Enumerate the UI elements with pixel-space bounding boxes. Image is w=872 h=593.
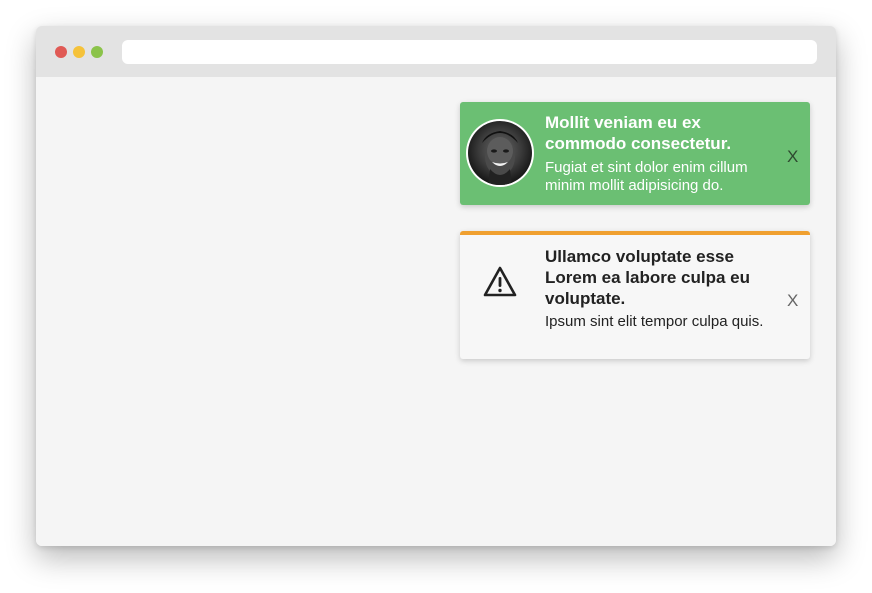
- person-photo: [468, 121, 532, 185]
- browser-window: Mollit veniam eu ex commodo consectetur.…: [36, 26, 836, 546]
- person-photo-icon: [482, 131, 518, 185]
- minimize-window-button[interactable]: [73, 46, 85, 58]
- success-notification: Mollit veniam eu ex commodo consectetur.…: [460, 102, 810, 205]
- avatar: [466, 119, 534, 187]
- close-notification-button[interactable]: X: [787, 292, 798, 309]
- notification-message: Fugiat et sint dolor enim cillum minim m…: [545, 159, 748, 194]
- notification-title: Mollit veniam eu ex commodo consectetur.: [545, 113, 732, 153]
- warning-icon: [483, 266, 517, 297]
- maximize-window-button[interactable]: [91, 46, 103, 58]
- close-notification-button[interactable]: X: [787, 148, 798, 165]
- notification-title: Ullamco voluptate esse Lorem ea labore c…: [545, 247, 751, 308]
- warning-notification: Ullamco voluptate esse Lorem ea labore c…: [460, 231, 810, 359]
- browser-titlebar: [36, 26, 836, 77]
- page-viewport: Mollit veniam eu ex commodo consectetur.…: [36, 77, 836, 546]
- address-bar[interactable]: [122, 40, 817, 64]
- close-window-button[interactable]: [55, 46, 67, 58]
- notification-message: Ipsum sint elit tempor culpa quis.: [545, 313, 764, 330]
